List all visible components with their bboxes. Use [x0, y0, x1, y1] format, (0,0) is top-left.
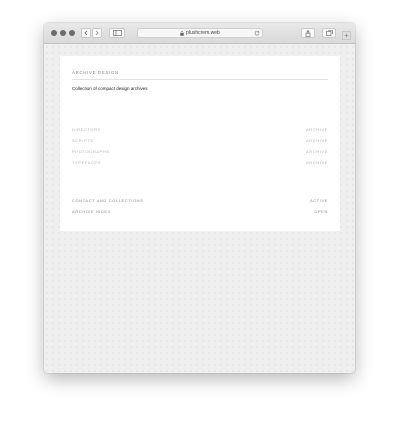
- archive-row[interactable]: TYPEFACES ARCHIVE: [72, 160, 328, 166]
- zoom-window-button[interactable]: [69, 30, 75, 36]
- back-button[interactable]: [81, 28, 91, 38]
- footer-row[interactable]: CONTACT AND COLLECTIONS ACTIVE: [72, 198, 328, 204]
- back-icon: [84, 30, 88, 36]
- reload-icon[interactable]: [254, 30, 260, 36]
- row-label: SCRIPTS: [72, 138, 94, 143]
- new-tab-icon: [344, 33, 349, 38]
- share-icon: [305, 29, 311, 37]
- row-value[interactable]: ARCHIVE: [306, 138, 328, 143]
- row-label: PHOTOGRAPHS: [72, 149, 110, 154]
- row-label: ARCHIVE INDEX: [72, 209, 111, 214]
- row-value[interactable]: OPEN: [314, 209, 328, 214]
- content-card: ARCHIVE DESIGN Collection of compact des…: [60, 56, 340, 231]
- row-label: DIRECTORY: [72, 127, 101, 132]
- archive-row[interactable]: DIRECTORY ARCHIVE: [72, 127, 328, 133]
- archive-row[interactable]: SCRIPTS ARCHIVE: [72, 138, 328, 144]
- page-subtitle: Collection of compact design archives: [72, 86, 148, 91]
- forward-button[interactable]: [92, 28, 102, 38]
- minimize-window-button[interactable]: [60, 30, 66, 36]
- tabs-button[interactable]: [322, 28, 336, 38]
- row-value[interactable]: ARCHIVE: [306, 127, 328, 132]
- archive-row[interactable]: PHOTOGRAPHS ARCHIVE: [72, 149, 328, 155]
- lock-icon: [180, 30, 184, 36]
- title-divider: [72, 79, 328, 80]
- row-value[interactable]: ARCHIVE: [306, 160, 328, 165]
- row-label: CONTACT AND COLLECTIONS: [72, 198, 144, 203]
- new-tab-button[interactable]: [342, 31, 351, 40]
- sidebar-icon: [112, 30, 122, 36]
- address-bar[interactable]: plushcrem.web: [137, 28, 263, 38]
- tabs-icon: [325, 30, 333, 36]
- sidebar-button[interactable]: [109, 28, 125, 38]
- page-viewport: ARCHIVE DESIGN Collection of compact des…: [44, 44, 355, 373]
- page-title: ARCHIVE DESIGN: [72, 70, 119, 75]
- footer-row[interactable]: ARCHIVE INDEX OPEN: [72, 209, 328, 215]
- row-value[interactable]: ACTIVE: [310, 198, 328, 203]
- forward-icon: [95, 30, 99, 36]
- close-window-button[interactable]: [51, 30, 57, 36]
- url-text: plushcrem.web: [186, 29, 220, 36]
- browser-window: plushcrem.web ARCHIVE DESIGN Collection …: [44, 23, 355, 373]
- row-value[interactable]: ARCHIVE: [306, 149, 328, 154]
- browser-toolbar: plushcrem.web: [44, 23, 355, 44]
- row-label: TYPEFACES: [72, 160, 101, 165]
- share-button[interactable]: [301, 28, 315, 38]
